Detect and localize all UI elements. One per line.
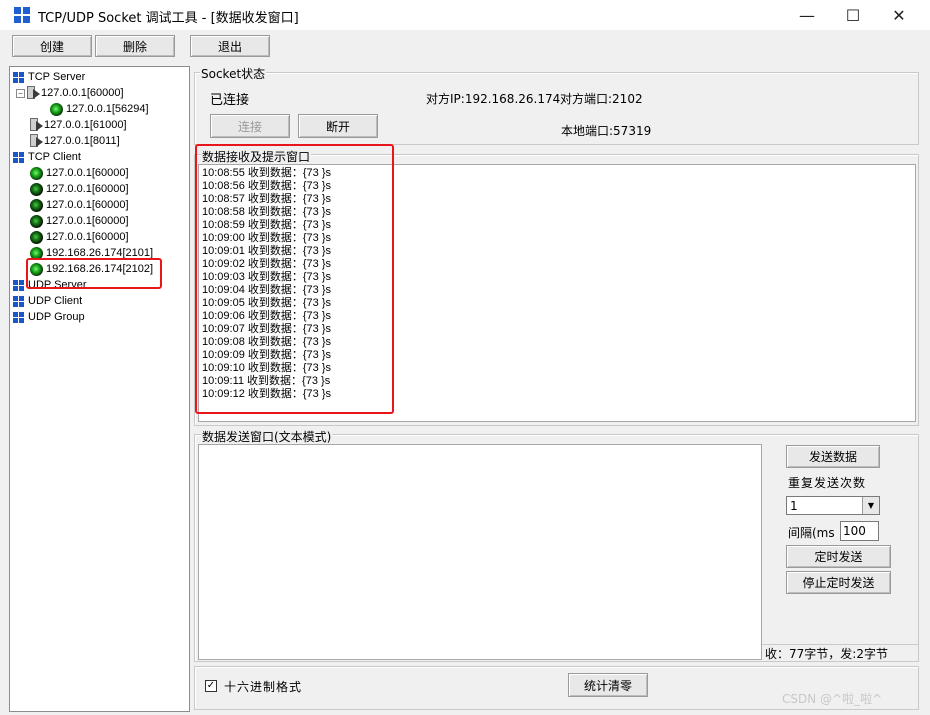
connected-icon <box>30 198 43 212</box>
peer-port: 对方端口:2102 <box>560 92 643 106</box>
watermark: CSDN @^啦_啦^ <box>782 692 883 706</box>
tree-item-client[interactable]: 127.0.0.1[60000] <box>30 181 129 197</box>
stop-timed-send-button[interactable]: 停止定时发送 <box>786 571 891 594</box>
tree-group-udp-client[interactable]: UDP Client <box>13 293 82 309</box>
interval-input[interactable]: 100 <box>840 521 879 541</box>
tree-group-tcp-server[interactable]: TCP Server <box>13 69 85 85</box>
server-icon <box>27 86 40 100</box>
tree-item-label: 127.0.0.1[60000] <box>46 183 129 195</box>
tree-item-label: 127.0.0.1[61000] <box>44 119 127 131</box>
tree-item-client[interactable]: 127.0.0.1[60000] <box>30 165 129 181</box>
stats-text: 收：77字节，发:2字节 <box>762 644 919 661</box>
connection-tree[interactable]: TCP Server − 127.0.0.1[60000] 127.0.0.1[… <box>9 66 190 712</box>
create-button[interactable]: 创建 <box>12 35 92 57</box>
connected-icon <box>30 230 43 244</box>
tree-group-tcp-client[interactable]: TCP Client <box>13 149 81 165</box>
title-bar[interactable]: TCP/UDP Socket 调试工具 - [数据收发窗口] — ☐ ✕ <box>0 0 930 30</box>
connected-icon <box>30 166 43 180</box>
group-icon <box>13 71 24 83</box>
connection-state: 已连接 <box>210 93 250 108</box>
highlight-box <box>26 258 162 289</box>
hex-checkbox[interactable]: ✓ <box>205 680 217 692</box>
tree-group-label: UDP Group <box>28 311 85 323</box>
interval-label: 间隔(ms <box>788 526 835 540</box>
highlight-box <box>195 144 394 414</box>
delete-button[interactable]: 删除 <box>95 35 175 57</box>
tree-item-label: 127.0.0.1[60000] <box>46 215 129 227</box>
connect-button[interactable]: 连接 <box>210 114 290 138</box>
minimize-button[interactable]: — <box>784 0 830 30</box>
send-legend: 数据发送窗口(文本模式) <box>201 428 333 445</box>
app-icon <box>14 7 30 23</box>
reset-stats-button[interactable]: 统计清零 <box>568 673 648 697</box>
tree-group-udp-group[interactable]: UDP Group <box>13 309 85 325</box>
collapse-icon[interactable]: − <box>16 88 25 98</box>
tree-group-label: TCP Client <box>28 151 81 163</box>
tree-group-label: UDP Client <box>28 295 83 307</box>
tree-item-client[interactable]: 127.0.0.1[60000] <box>30 229 129 245</box>
tree-item-label: 127.0.0.1[8011] <box>44 135 120 147</box>
exit-button[interactable]: 退出 <box>190 35 270 57</box>
group-icon <box>13 311 24 323</box>
server-icon <box>30 118 43 132</box>
send-textarea[interactable] <box>198 444 762 660</box>
chevron-down-icon[interactable]: ▼ <box>862 497 879 514</box>
server-icon <box>30 134 43 148</box>
repeat-value: 1 <box>790 499 798 513</box>
tree-item-label: 127.0.0.1[60000] <box>46 231 129 243</box>
connected-icon <box>50 102 63 116</box>
tree-item-client[interactable]: 127.0.0.1[60000] <box>30 197 129 213</box>
tree-item-server[interactable]: 127.0.0.1[61000] <box>30 117 127 133</box>
repeat-select[interactable]: 1 ▼ <box>786 496 880 515</box>
repeat-label: 重复发送次数 <box>788 476 867 490</box>
group-icon <box>13 151 24 163</box>
tree-item-server[interactable]: 127.0.0.1[8011] <box>30 133 120 149</box>
socket-status-legend: Socket状态 <box>200 65 267 82</box>
tree-item-server[interactable]: − 127.0.0.1[60000] <box>16 85 124 101</box>
group-icon <box>13 295 24 307</box>
connected-icon <box>30 214 43 228</box>
group-icon <box>13 279 24 291</box>
window-title: TCP/UDP Socket 调试工具 - [数据收发窗口] <box>38 11 299 26</box>
tree-item-label: 127.0.0.1[60000] <box>46 199 129 211</box>
hex-label: 十六进制格式 <box>224 680 303 694</box>
tree-item-server-child[interactable]: 127.0.0.1[56294] <box>50 101 149 117</box>
tree-item-client[interactable]: 127.0.0.1[60000] <box>30 213 129 229</box>
close-button[interactable]: ✕ <box>876 0 922 30</box>
peer-ip: 对方IP:192.168.26.174 <box>426 92 561 106</box>
send-data-button[interactable]: 发送数据 <box>786 445 880 468</box>
maximize-button[interactable]: ☐ <box>830 0 876 30</box>
app-window: TCP/UDP Socket 调试工具 - [数据收发窗口] — ☐ ✕ 创建 … <box>0 0 930 715</box>
tree-group-label: TCP Server <box>28 71 86 83</box>
tree-item-label: 127.0.0.1[60000] <box>41 87 124 99</box>
local-port: 本地端口:57319 <box>561 124 652 138</box>
tree-item-label: 127.0.0.1[60000] <box>46 167 129 179</box>
connected-icon <box>30 182 43 196</box>
tree-item-label: 127.0.0.1[56294] <box>66 103 149 115</box>
timed-send-button[interactable]: 定时发送 <box>786 545 891 568</box>
disconnect-button[interactable]: 断开 <box>298 114 378 138</box>
